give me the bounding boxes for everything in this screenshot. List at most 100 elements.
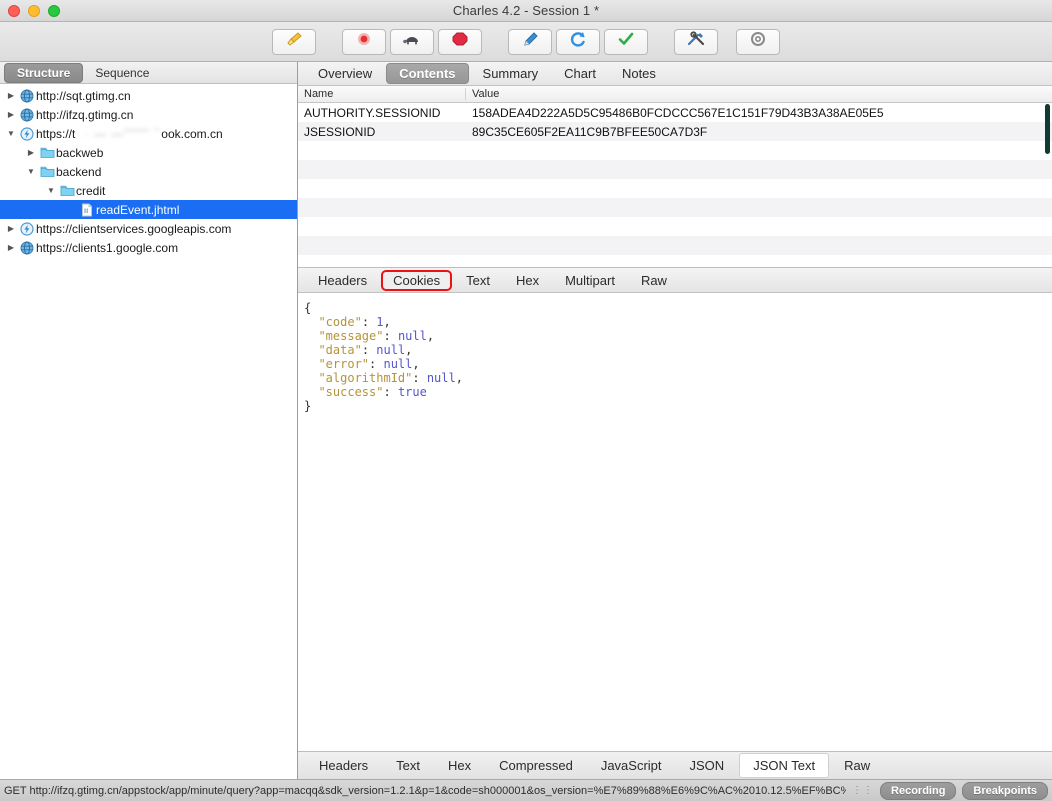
detail-pane: Overview Contents Summary Chart Notes Name V… [298,62,1052,779]
table-row[interactable]: AUTHORITY.SESSIONID 158ADEA4D222A5D5C9548… [298,103,1052,122]
checkmark-icon [617,31,635,52]
tab-summary[interactable]: Summary [471,64,551,83]
tree-item-label: backend [56,164,102,179]
table-row-empty [298,255,1052,267]
compose-button[interactable] [508,28,552,55]
chevron-down-icon[interactable] [24,167,38,176]
tree-item[interactable]: backweb [0,143,297,162]
record-button[interactable] [342,28,386,55]
tree-item[interactable]: https://clients1.google.com [0,238,297,257]
secure-bolt-icon [18,221,36,236]
response-tab-json[interactable]: JSON [677,754,738,777]
cookies-table: Name Value AUTHORITY.SESSIONID 158ADEA4D2… [298,86,1052,267]
breakpoints-toolbar-button[interactable] [438,28,482,55]
response-tab-compressed[interactable]: Compressed [486,754,586,777]
status-grip-icon: ⋮⋮ [852,785,875,796]
json-entry: "success": true [318,385,427,399]
settings-button[interactable] [736,28,780,55]
validate-button[interactable] [604,28,648,55]
json-entry: "code": 1, [318,315,391,329]
response-body-tabbar: Headers Text Hex Compressed JavaScript JSON JS… [298,751,1052,779]
chevron-right-icon[interactable] [4,224,18,233]
chevron-right-icon[interactable] [24,148,38,157]
chevron-down-icon[interactable] [44,186,58,195]
request-tab-raw[interactable]: Raw [629,270,679,291]
response-tab-raw[interactable]: Raw [831,754,883,777]
cookies-table-body: AUTHORITY.SESSIONID 158ADEA4D222A5D5C9548… [298,103,1052,267]
cookie-name-cell: AUTHORITY.SESSIONID [304,105,441,120]
response-tab-headers[interactable]: Headers [306,754,381,777]
clear-session-button[interactable] [272,28,316,55]
window-title: Charles 4.2 - Session 1 * [452,3,600,18]
title-bar: Charles 4.2 - Session 1 * [0,0,1052,22]
tree-item-label: https://t · · — —˜˜˜˜˜ ¯ook.com.cn [36,126,223,141]
chevron-right-icon[interactable] [4,91,18,100]
cookies-scrollbar-thumb[interactable] [1045,104,1050,154]
tree-item[interactable]: http://sqt.gtimg.cn [0,86,297,105]
json-entry: "algorithmId": null, [318,371,463,385]
request-tab-hex[interactable]: Hex [504,270,551,291]
tab-notes[interactable]: Notes [610,64,668,83]
response-tab-javascript[interactable]: JavaScript [588,754,675,777]
table-row-empty [298,179,1052,198]
json-entry: "message": null, [318,329,435,343]
turtle-icon [402,31,422,52]
tree-item[interactable]: https://t · · — —˜˜˜˜˜ ¯ook.com.cn [0,124,297,143]
cookie-value-cell: 89C35CE605F2EA11C9B7BFEE50CA7D3F [472,124,708,139]
request-body-tabbar: Headers Cookies Text Hex Multipart Raw [298,267,1052,293]
session-tree: http://sqt.gtimg.cn http://ifzq.gtimg.cn h… [0,84,297,779]
table-row-empty [298,198,1052,217]
table-row-empty [298,141,1052,160]
json-text-viewer[interactable]: { "code": 1, "message": null, "data": nu… [298,293,1052,751]
tab-structure[interactable]: Structure [4,62,84,83]
recording-toggle[interactable]: Recording [880,781,957,800]
chevron-right-icon[interactable] [4,110,18,119]
column-header-value: Value [472,88,500,100]
record-dot-icon [355,31,373,52]
tab-chart[interactable]: Chart [552,64,608,83]
json-entry: "error": null, [318,357,420,371]
tree-item[interactable]: backend [0,162,297,181]
request-tab-text[interactable]: Text [454,270,502,291]
json-entry: "data": null, [318,343,413,357]
breakpoints-toggle[interactable]: Breakpoints [962,781,1048,800]
response-tab-hex[interactable]: Hex [435,754,484,777]
tab-contents[interactable]: Contents [386,63,469,84]
tree-item-label: backweb [56,145,104,160]
pen-icon [521,31,539,52]
request-tab-cookies[interactable]: Cookies [381,269,453,291]
globe-icon [18,89,36,103]
tree-item-label: https://clientservices.googleapis.com [36,221,232,236]
chevron-down-icon[interactable] [4,129,18,138]
table-row-empty [298,217,1052,236]
tab-sequence[interactable]: Sequence [83,64,161,82]
folder-icon [58,184,76,197]
tree-item[interactable]: credit [0,181,297,200]
tree-item[interactable]: https://clientservices.googleapis.com [0,219,297,238]
tree-item[interactable]: http://ifzq.gtimg.cn [0,105,297,124]
charles-window: Charles 4.2 - Session 1 * Structure Sequ… [0,0,1052,801]
repeat-button[interactable] [556,28,600,55]
response-tab-text[interactable]: Text [383,754,433,777]
tree-item-label: http://ifzq.gtimg.cn [36,107,134,122]
json-open-brace: { [304,301,312,315]
toolbar [0,22,1052,62]
throttle-button[interactable] [390,28,434,55]
wrench-screwdriver-icon [686,31,706,52]
cookie-value-cell: 158ADEA4D222A5D5C95486B0FCDCCC567E1C151F… [472,105,884,120]
tab-overview[interactable]: Overview [306,64,384,83]
file-icon [78,203,96,217]
table-row-empty [298,160,1052,179]
table-row[interactable]: JSESSIONID 89C35CE605F2EA11C9B7BFEE50CA7D… [298,122,1052,141]
chevron-right-icon[interactable] [4,243,18,252]
folder-icon [38,165,56,178]
broom-icon [285,31,303,52]
refresh-c-icon [569,31,587,52]
tree-item-selected[interactable]: readEvent.jhtml [0,200,297,219]
request-tab-headers[interactable]: Headers [306,270,379,291]
folder-icon [38,146,56,159]
column-header-name: Name [298,88,466,100]
tools-button[interactable] [674,28,718,55]
response-tab-json-text[interactable]: JSON Text [739,753,830,778]
request-tab-multipart[interactable]: Multipart [553,270,627,291]
